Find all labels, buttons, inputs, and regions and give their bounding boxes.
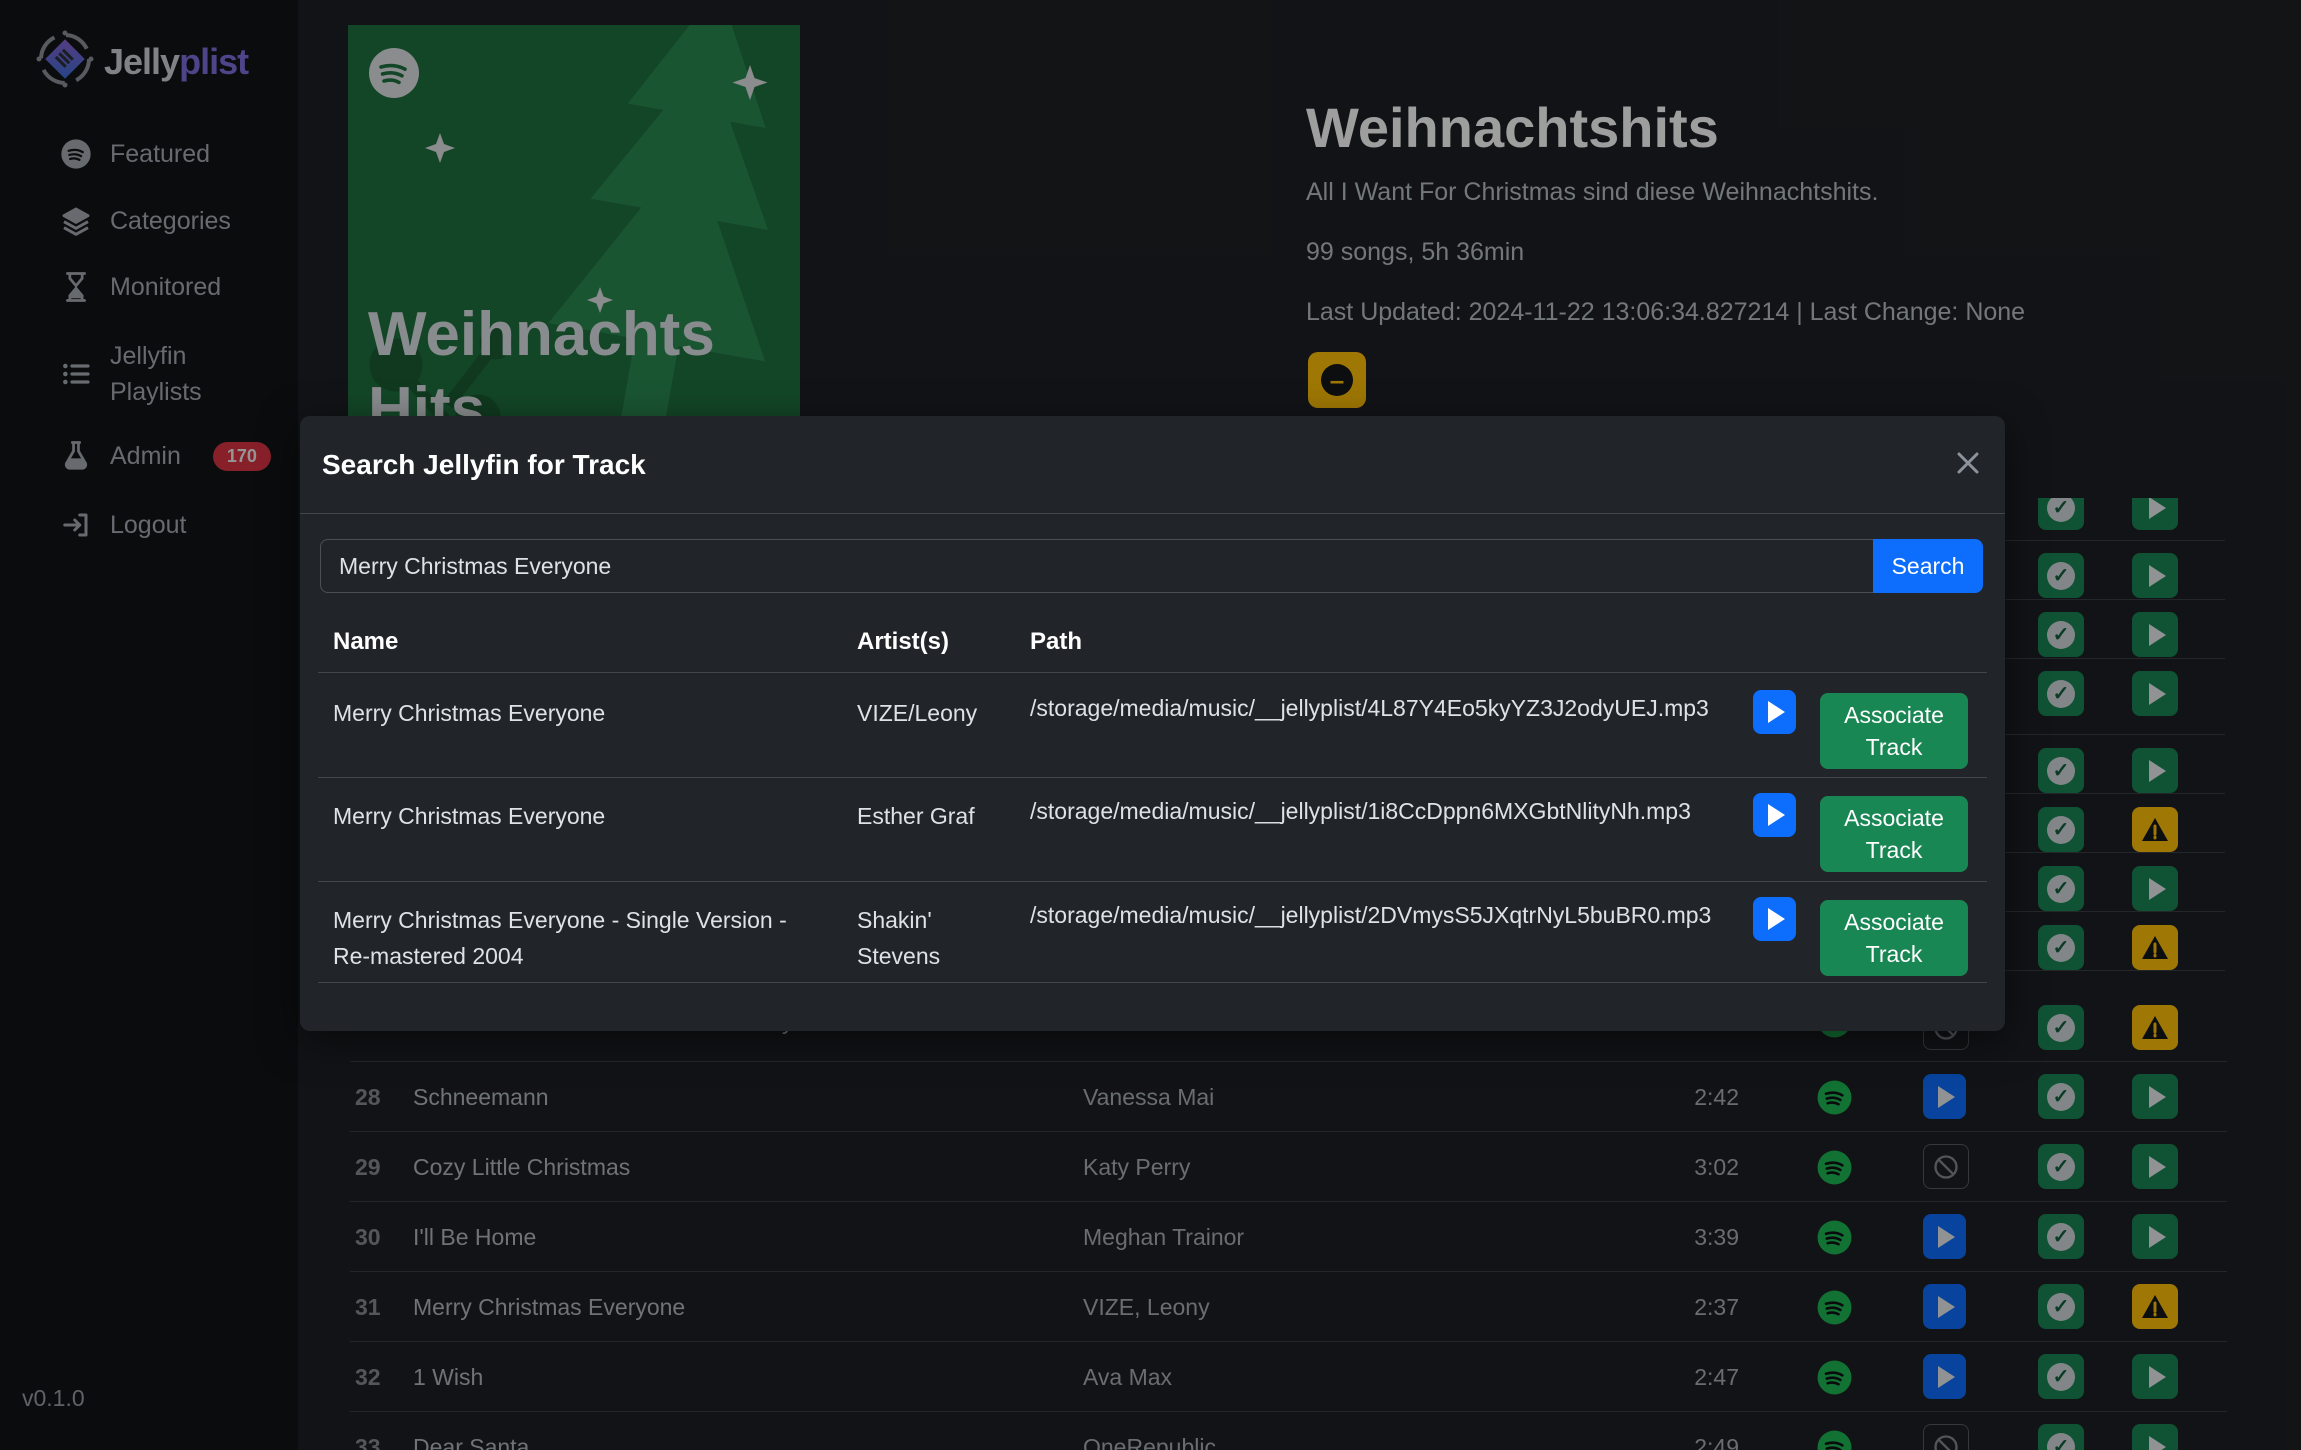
- preview-play-button[interactable]: [1753, 793, 1796, 837]
- app-screen: Jellyplist Featured Categories Monitored: [0, 0, 2301, 1450]
- associate-track-button[interactable]: Associate Track: [1820, 796, 1968, 872]
- play-icon: [1768, 804, 1785, 826]
- result-name: Merry Christmas Everyone: [333, 695, 813, 731]
- result-artist: VIZE/Leony: [857, 695, 1007, 731]
- table-divider: [318, 777, 1987, 778]
- result-artist: Shakin' Stevens: [857, 902, 1007, 974]
- table-divider: [318, 982, 1987, 983]
- result-path: /storage/media/music/__jellyplist/4L87Y4…: [1030, 695, 1709, 722]
- modal-header-divider: [300, 513, 2005, 514]
- result-name: Merry Christmas Everyone - Single Versio…: [333, 902, 813, 974]
- result-artist: Esther Graf: [857, 798, 1007, 834]
- associate-track-button[interactable]: Associate Track: [1820, 900, 1968, 976]
- result-path: /storage/media/music/__jellyplist/2DVmys…: [1030, 902, 1711, 929]
- search-button[interactable]: Search: [1873, 539, 1983, 593]
- column-header-name: Name: [333, 628, 398, 656]
- play-icon: [1768, 701, 1785, 723]
- close-icon[interactable]: [1953, 448, 1983, 478]
- preview-play-button[interactable]: [1753, 690, 1796, 734]
- table-divider: [318, 672, 1987, 673]
- table-divider: [318, 881, 1987, 882]
- result-name: Merry Christmas Everyone: [333, 798, 813, 834]
- column-header-path: Path: [1030, 628, 1082, 656]
- associate-track-button[interactable]: Associate Track: [1820, 693, 1968, 769]
- search-jellyfin-modal: Search Jellyfin for Track Search Name Ar…: [300, 416, 2005, 1031]
- preview-play-button[interactable]: [1753, 897, 1796, 941]
- track-search-input[interactable]: [320, 539, 1873, 593]
- play-icon: [1768, 908, 1785, 930]
- column-header-artist: Artist(s): [857, 628, 949, 656]
- modal-title: Search Jellyfin for Track: [322, 449, 646, 481]
- result-path: /storage/media/music/__jellyplist/1i8CcD…: [1030, 798, 1691, 825]
